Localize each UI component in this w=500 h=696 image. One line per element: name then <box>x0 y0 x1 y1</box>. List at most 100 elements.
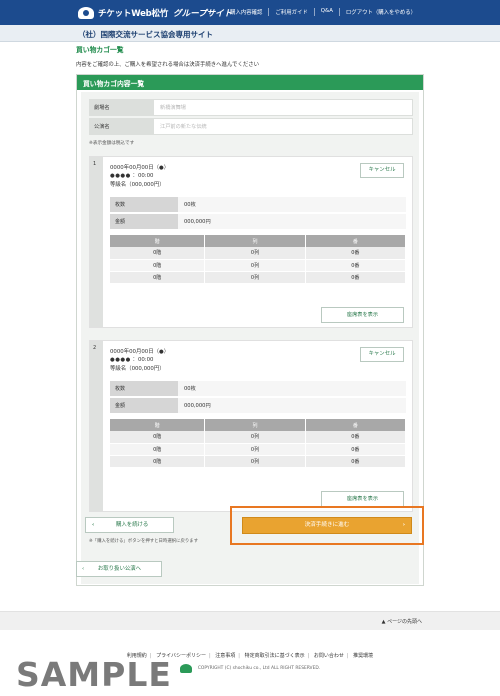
back-label: お取り扱い公演へ <box>97 566 142 572</box>
ticket-item: 1 0000年00月00日（●） ●●●● ：00:00 等級名（000,000… <box>89 156 413 328</box>
quantity-label: 枚数 <box>110 381 178 396</box>
quantity-label: 枚数 <box>110 197 178 212</box>
seat-row: 0列 <box>204 455 306 468</box>
seat-row: 0列 <box>204 271 306 284</box>
ticket-date: 0000年00月00日（●） <box>110 165 170 171</box>
top-header: チケットWeb松竹 グループサイト 購入内容確認 ご利用ガイド Q&A ログアウ… <box>0 0 500 25</box>
quantity-row: 枚数 00枚 <box>110 197 406 212</box>
seat-row: 0列 <box>204 247 306 260</box>
performance-info: 劇場名 新橋演舞場 公演名 江戸前の新たな伝統 <box>89 99 413 137</box>
logo-icon <box>78 6 94 19</box>
seat-number: 0番 <box>305 271 407 284</box>
time-value: ：00:00 <box>132 173 154 179</box>
quantity-value: 00枚 <box>178 381 406 396</box>
seat-header-row: 階 列 番 <box>110 419 407 431</box>
ticket-number: 2 <box>90 341 103 511</box>
pagetop-bar: ▲ ページの先頭へ <box>0 611 500 630</box>
time-dots: ●●●● <box>110 357 131 363</box>
time-dots: ●●●● <box>110 173 131 179</box>
footer-link-environment[interactable]: 推奨環境 <box>350 653 376 659</box>
seat-header-row-col: 列 <box>204 419 306 431</box>
footer-link-commerce[interactable]: 特定商取引法に基づく表示 <box>242 653 308 659</box>
info-value: 新橋演舞場 <box>153 99 413 116</box>
footer-link-notes[interactable]: 注意事項 <box>212 653 238 659</box>
ticket-item: 2 0000年00月00日（●） ●●●● ：00:00 等級名（000,000… <box>89 340 413 512</box>
site-logo[interactable]: チケットWeb松竹 グループサイト <box>78 5 232 20</box>
table-row: 0階 0列 0番 <box>110 455 407 468</box>
checkout-button[interactable]: 決済手続きに進む › <box>242 517 412 534</box>
checkout-highlight: 決済手続きに進む › <box>230 506 424 545</box>
nav-qa[interactable]: Q&A <box>313 8 339 16</box>
header-nav: 購入内容確認 ご利用ガイド Q&A ログアウト（購入をやめる） <box>224 8 422 16</box>
sample-watermark: SAMPLE <box>16 655 172 694</box>
info-row-performance: 公演名 江戸前の新たな伝統 <box>89 118 413 135</box>
nav-logout[interactable]: ログアウト（購入をやめる） <box>338 8 422 16</box>
amount-row: 金額 000,000円 <box>110 398 406 413</box>
footer-separator: | <box>307 653 310 659</box>
nav-purchase-confirm[interactable]: 購入内容確認 <box>224 8 268 16</box>
org-title: （社）国際交流サービス協会専用サイト <box>78 30 213 39</box>
seat-number: 0番 <box>305 247 407 260</box>
logo-text: チケットWeb松竹 <box>98 8 169 19</box>
copyright-text: COPYRIGHT (C) shochiku co., Ltd ALL RIGH… <box>197 666 321 671</box>
seat-floor: 0階 <box>110 259 206 272</box>
ticket-grade: 等級名（000,000円） <box>110 366 165 372</box>
intro-text: 内容をご確認の上、ご購入を希望される場合は決済手続きへ進んでください <box>76 62 260 68</box>
ticket-date: 0000年00月00日（●） <box>110 349 170 355</box>
footer-separator: | <box>346 653 349 659</box>
cancel-button[interactable]: キャンセル <box>360 347 404 362</box>
chevron-left-icon: ‹ <box>92 522 95 528</box>
tax-note: ※表示金額は税込です <box>89 141 135 146</box>
quantity-row: 枚数 00枚 <box>110 381 406 396</box>
info-label: 劇場名 <box>89 99 153 116</box>
panel-title: 買い物カゴ内容一覧 <box>77 75 423 90</box>
seat-header-row-col: 列 <box>204 235 306 247</box>
info-row-theater: 劇場名 新橋演舞場 <box>89 99 413 116</box>
ticket-grade: 等級名（000,000円） <box>110 182 165 188</box>
seat-header-floor: 階 <box>110 235 206 247</box>
checkout-label: 決済手続きに進む <box>304 522 350 528</box>
amount-value: 000,000円 <box>178 214 406 229</box>
seat-row: 0列 <box>204 431 306 444</box>
seat-number: 0番 <box>305 443 407 456</box>
table-row: 0階 0列 0番 <box>110 431 407 444</box>
seatmap-button[interactable]: 座席表を表示 <box>321 307 404 323</box>
seat-header-row: 階 列 番 <box>110 235 407 247</box>
company-logo-icon <box>179 664 192 673</box>
seat-table: 階 列 番 0階 0列 0番 0階 0列 0番 0階 0列 0番 <box>110 419 407 468</box>
table-row: 0階 0列 0番 <box>110 443 407 456</box>
cancel-button[interactable]: キャンセル <box>360 163 404 178</box>
info-value: 江戸前の新たな伝統 <box>153 118 413 135</box>
back-to-performances-button[interactable]: ‹ お取り扱い公演へ <box>76 561 162 577</box>
seat-floor: 0階 <box>110 271 206 284</box>
seat-header-floor: 階 <box>110 419 206 431</box>
seatmap-button[interactable]: 座席表を表示 <box>321 491 404 507</box>
seat-floor: 0階 <box>110 247 206 260</box>
seat-floor: 0階 <box>110 455 206 468</box>
footer-link-contact[interactable]: お問い合わせ <box>311 653 347 659</box>
ticket-time: ●●●● ：00:00 <box>110 355 153 363</box>
amount-label: 金額 <box>110 214 178 229</box>
seat-row: 0列 <box>204 443 306 456</box>
page-title: 買い物カゴ一覧 <box>76 46 124 54</box>
org-bar: （社）国際交流サービス協会専用サイト <box>0 25 500 42</box>
continue-shopping-button[interactable]: ‹ 購入を続ける <box>85 517 174 533</box>
continue-note: ※「購入を続ける」ボタンを押すと日時選択に戻ります <box>89 539 199 544</box>
amount-value: 000,000円 <box>178 398 406 413</box>
ticket-time: ●●●● ：00:00 <box>110 171 153 179</box>
footer-separator: | <box>238 653 240 659</box>
ticket-number: 1 <box>90 157 103 327</box>
seat-floor: 0階 <box>110 443 206 456</box>
seat-table: 階 列 番 0階 0列 0番 0階 0列 0番 0階 0列 0番 <box>110 235 407 284</box>
pagetop-link[interactable]: ▲ ページの先頭へ <box>382 618 422 625</box>
chevron-right-icon: › <box>402 522 405 528</box>
table-row: 0階 0列 0番 <box>110 247 407 260</box>
time-value: ：00:00 <box>132 357 154 363</box>
seat-number: 0番 <box>305 455 407 468</box>
seat-row: 0列 <box>204 259 306 272</box>
quantity-value: 00枚 <box>178 197 406 212</box>
info-label: 公演名 <box>89 118 153 135</box>
seat-number: 0番 <box>305 431 407 444</box>
amount-label: 金額 <box>110 398 178 413</box>
nav-guide[interactable]: ご利用ガイド <box>268 8 313 16</box>
